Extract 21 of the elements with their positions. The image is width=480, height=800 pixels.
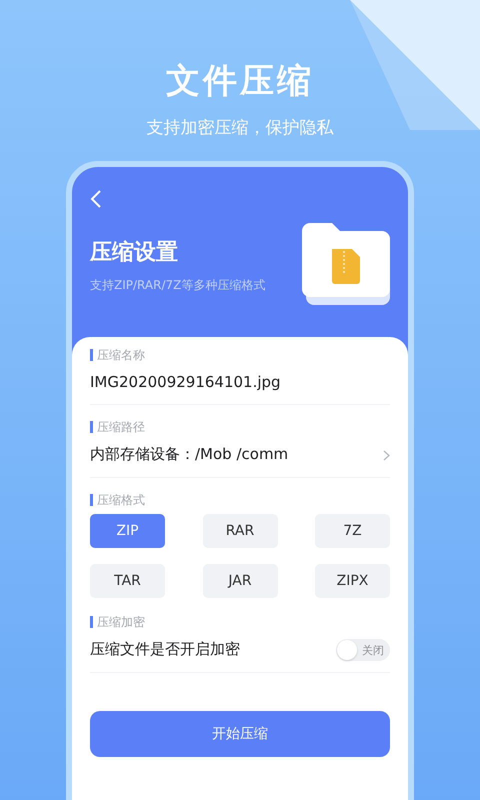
encrypt-setting-label: 压缩文件是否开启加密 [90,639,240,660]
promo-subtitle: 支持加密压缩，保护隐私 [146,117,334,139]
format-option[interactable]: ZIPX [315,564,390,598]
section-label: 压缩路径 [90,421,390,433]
settings-subtitle: 支持ZIP/RAR/7Z等多种压缩格式 [90,276,266,294]
section-label: 压缩加密 [90,616,390,628]
promo-title: 文件压缩 [166,60,314,103]
chevron-right-icon[interactable] [383,450,390,460]
settings-title: 压缩设置 [90,238,179,266]
start-compress-button[interactable]: 开始压缩 [90,711,390,757]
format-option[interactable]: ZIP [90,514,165,548]
section-label: 压缩格式 [90,494,390,506]
section-label: 压缩名称 [90,349,390,361]
back-icon[interactable] [90,189,102,209]
file-name-field[interactable]: IMG20200929164101.jpg [90,361,281,404]
path-value[interactable]: 内部存储设备：/Mob /comm [90,433,288,477]
format-option[interactable]: TAR [90,564,165,598]
zip-folder-icon [302,223,390,307]
format-option[interactable]: JAR [202,564,278,598]
format-option[interactable]: 7Z [315,514,390,548]
format-option[interactable]: RAR [202,514,278,548]
